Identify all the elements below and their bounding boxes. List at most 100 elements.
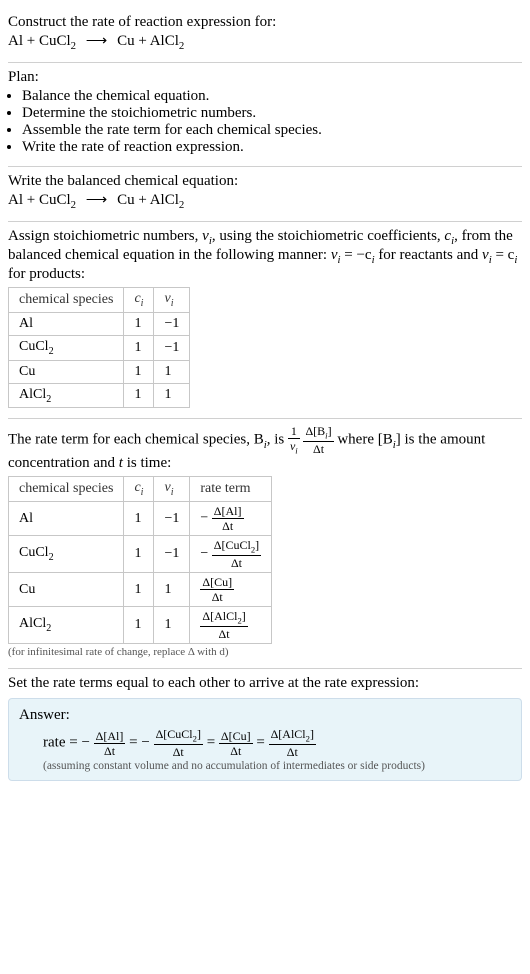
text: for reactants and <box>375 247 482 263</box>
th-c: ci <box>124 477 154 502</box>
frac-dB-dt: Δ[Bi] Δt <box>303 425 333 455</box>
text: for products: <box>8 266 85 282</box>
num: 1 <box>288 425 300 439</box>
balanced-section: Write the balanced chemical equation: Al… <box>8 167 522 222</box>
i-sub: i <box>141 487 144 498</box>
rate-frac: Δ[Al] Δt <box>212 505 244 532</box>
cell-c: 1 <box>124 312 154 335</box>
table-row: Al 1 −1 <box>9 312 190 335</box>
cell-species: Cu <box>9 360 124 383</box>
species-sub: 2 <box>46 393 51 404</box>
num: Δ[CuCl2] <box>154 728 203 745</box>
num: Δ[Cu] <box>219 730 253 744</box>
cell-nu: 1 <box>154 573 190 607</box>
text: , using the stoichiometric coefficients, <box>212 228 445 244</box>
species-sub: 2 <box>49 552 54 563</box>
table-row: CuCl2 1 −1 − Δ[CuCl2] Δt <box>9 536 272 573</box>
rate-frac: Δ[Cu] Δt <box>200 576 234 603</box>
num: Δ[Al] <box>212 505 244 519</box>
n1: Δ[AlCl <box>202 609 237 623</box>
final-title: Set the rate terms equal to each other t… <box>8 675 522 692</box>
th-c: ci <box>124 288 154 313</box>
cell-species: Cu <box>9 573 124 607</box>
species: CuCl <box>19 545 49 560</box>
plan-item: Determine the stoichiometric numbers. <box>22 105 522 122</box>
num: Δ[AlCl2] <box>200 610 247 627</box>
den: Δt <box>154 745 203 758</box>
rate-frac: Δ[Al] Δt <box>94 730 126 757</box>
species: AlCl <box>19 387 46 402</box>
text: where [B <box>337 432 392 448</box>
table-row: CuCl2 1 −1 <box>9 335 190 360</box>
intro-eq-lhs: Al + CuCl <box>8 33 71 49</box>
table-row: Al 1 −1 − Δ[Al] Δt <box>9 502 272 536</box>
frac-one-over-nu: 1 νi <box>288 425 300 455</box>
table-row: AlCl2 1 1 <box>9 383 190 408</box>
answer-note: (assuming constant volume and no accumul… <box>43 760 511 772</box>
i-sub: i <box>171 487 174 498</box>
dB: Δ[B <box>305 424 325 438</box>
th-rate: rate term <box>190 477 272 502</box>
table-header-row: chemical species ci νi <box>9 288 190 313</box>
num: Δ[CuCl2] <box>212 539 261 556</box>
arrow-icon: ⟶ <box>80 33 114 49</box>
plan-item: Write the rate of reaction expression. <box>22 139 522 156</box>
num: Δ[Cu] <box>200 576 234 590</box>
neg: − <box>141 735 149 751</box>
n1: Δ[CuCl <box>214 538 251 552</box>
intro-eq-sub2: 2 <box>179 40 184 52</box>
rate-frac: Δ[Cu] Δt <box>219 730 253 757</box>
intro-equation: Al + CuCl2 ⟶ Cu + AlCl2 <box>8 31 522 52</box>
den: Δt <box>200 627 247 640</box>
den: νi <box>288 439 300 455</box>
final-section: Set the rate terms equal to each other t… <box>8 669 522 791</box>
species: CuCl <box>19 339 49 354</box>
i-sub: i <box>141 298 144 309</box>
neg: − <box>81 735 89 751</box>
answer-rate-expression: rate = − Δ[Al] Δt = − Δ[CuCl2] Δt = Δ[Cu… <box>43 728 511 758</box>
cell-c: 1 <box>124 536 154 573</box>
den: Δt <box>94 744 126 757</box>
nu: ν <box>482 247 489 263</box>
cell-rate: − Δ[CuCl2] Δt <box>190 536 272 573</box>
balanced-eq-lhs: Al + CuCl <box>8 192 71 208</box>
eq: = <box>129 735 141 751</box>
intro-prompt: Construct the rate of reaction expressio… <box>8 14 522 31</box>
eq: = <box>256 735 268 751</box>
table-header-row: chemical species ci νi rate term <box>9 477 272 502</box>
den: Δt <box>303 442 333 455</box>
balanced-eq-sub2: 2 <box>179 199 184 211</box>
text: Assign stoichiometric numbers, <box>8 228 202 244</box>
i-sub: i <box>514 254 517 266</box>
n2: ] <box>197 727 201 741</box>
cell-nu: 1 <box>154 607 190 644</box>
n2: ] <box>255 538 259 552</box>
balanced-eq-rhs: Cu + AlCl <box>117 192 179 208</box>
th-species: chemical species <box>9 288 124 313</box>
cell-nu: −1 <box>154 536 190 573</box>
rateterm-text: The rate term for each chemical species,… <box>8 425 522 472</box>
dB2: ] <box>328 424 332 438</box>
neg: − <box>200 511 208 526</box>
cell-nu: −1 <box>154 312 190 335</box>
species: AlCl <box>19 616 46 631</box>
den: Δt <box>269 745 316 758</box>
rateterm-section: The rate term for each chemical species,… <box>8 419 522 669</box>
species: Al <box>19 511 33 526</box>
cell-species: Al <box>9 312 124 335</box>
rateterm-table: chemical species ci νi rate term Al 1 −1… <box>8 476 272 644</box>
rate-frac: Δ[AlCl2] Δt <box>269 728 316 758</box>
neg: − <box>200 546 208 561</box>
cell-species: AlCl2 <box>9 383 124 408</box>
rate-frac: Δ[CuCl2] Δt <box>154 728 203 758</box>
i-sub: i <box>171 298 174 309</box>
species: Cu <box>19 582 35 597</box>
n1: Δ[AlCl <box>271 727 306 741</box>
intro-eq-rhs: Cu + AlCl <box>117 33 179 49</box>
cell-species: AlCl2 <box>9 607 124 644</box>
th-species: chemical species <box>9 477 124 502</box>
cell-c: 1 <box>124 573 154 607</box>
plan-section: Plan: Balance the chemical equation. Det… <box>8 63 522 167</box>
cell-c: 1 <box>124 383 154 408</box>
arrow-icon: ⟶ <box>80 192 114 208</box>
